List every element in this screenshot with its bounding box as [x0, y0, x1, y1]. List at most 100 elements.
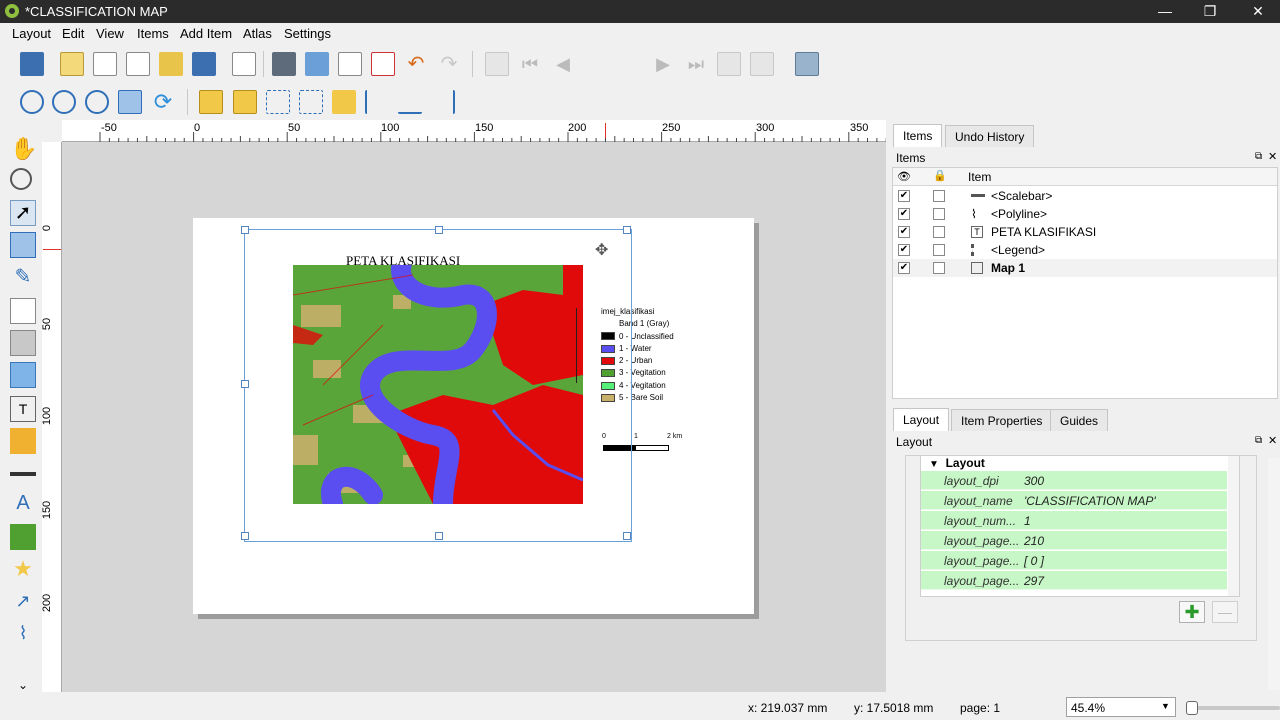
menu-view[interactable]: View [96, 26, 124, 41]
panel-scrollbar[interactable] [1268, 458, 1280, 690]
lock-checkbox[interactable] [933, 190, 945, 202]
raise-items-icon[interactable] [332, 90, 356, 114]
resize-handle[interactable] [241, 226, 249, 234]
atlas-settings-icon[interactable] [795, 52, 819, 76]
restore-button[interactable]: ❐ [1195, 2, 1225, 21]
open-folder-icon[interactable] [159, 52, 183, 76]
resize-handle[interactable] [241, 380, 249, 388]
menu-edit[interactable]: Edit [62, 26, 84, 41]
zoom-slider-handle[interactable] [1186, 701, 1198, 715]
duplicate-layout-icon[interactable] [93, 52, 117, 76]
layout-canvas[interactable]: PETA KLASIFIKASI imej_klasifikasi Band 1… [62, 142, 886, 692]
add-polyline-icon[interactable]: ⌇ [10, 620, 36, 646]
float-panel-icon[interactable]: ⧉ [1255, 435, 1262, 446]
lock-checkbox[interactable] [933, 226, 945, 238]
group-items-icon[interactable] [266, 90, 290, 114]
zoom-100-icon[interactable] [85, 90, 109, 114]
align-left-icon[interactable] [365, 90, 389, 114]
add-marker-icon[interactable]: ★ [10, 556, 36, 582]
variable-row[interactable]: layout_page... 210 [921, 531, 1227, 550]
variables-scrollbar[interactable] [1228, 456, 1239, 596]
redo-icon[interactable]: ↷ [437, 52, 461, 76]
print-atlas-icon[interactable] [717, 52, 741, 76]
tab-guides[interactable]: Guides [1050, 409, 1109, 431]
zoom-full-icon[interactable] [118, 90, 142, 114]
add-north-arrow-icon[interactable]: A [10, 490, 36, 516]
add-3d-map-icon[interactable] [10, 330, 36, 356]
minimize-button[interactable]: — [1150, 2, 1180, 21]
save-icon[interactable] [20, 52, 44, 76]
item-row[interactable]: ✔ <Scalebar> [893, 187, 1277, 205]
unlock-items-icon[interactable] [233, 90, 257, 114]
menu-layout[interactable]: Layout [12, 26, 51, 41]
menu-settings[interactable]: Settings [284, 26, 331, 41]
menu-add-item[interactable]: Add Item [180, 26, 232, 41]
tab-items[interactable]: Items [893, 124, 943, 147]
add-map-icon[interactable] [10, 298, 36, 324]
menu-atlas[interactable]: Atlas [243, 26, 272, 41]
add-label-icon[interactable]: T [10, 396, 36, 422]
lock-checkbox[interactable] [933, 244, 945, 256]
save-template-icon[interactable] [192, 52, 216, 76]
resize-icon[interactable] [431, 90, 455, 114]
move-content-icon[interactable] [10, 232, 36, 258]
menu-items[interactable]: Items [137, 26, 169, 41]
visibility-checkbox[interactable]: ✔ [898, 262, 910, 274]
tab-undo-history[interactable]: Undo History [945, 125, 1035, 147]
resize-handle[interactable] [623, 226, 631, 234]
resize-handle[interactable] [435, 532, 443, 540]
resize-handle[interactable] [435, 226, 443, 234]
close-panel-icon[interactable]: ✕ [1268, 150, 1277, 163]
export-atlas-icon[interactable] [750, 52, 774, 76]
lock-checkbox[interactable] [933, 208, 945, 220]
pan-icon[interactable]: ✋ [10, 136, 37, 162]
visibility-checkbox[interactable]: ✔ [898, 244, 910, 256]
variable-row[interactable]: layout_dpi 300 [921, 471, 1227, 490]
item-row[interactable]: ✔ ⌇ <Polyline> [893, 205, 1277, 223]
export-pdf-icon[interactable] [371, 52, 395, 76]
atlas-preview-icon[interactable] [485, 52, 509, 76]
distribute-icon[interactable] [398, 90, 422, 114]
add-scalebar-icon[interactable] [10, 460, 36, 476]
resize-handle[interactable] [623, 532, 631, 540]
export-image-icon[interactable] [305, 52, 329, 76]
close-panel-icon[interactable]: ✕ [1268, 434, 1277, 447]
zoom-out-icon[interactable] [52, 90, 76, 114]
zoom-in-icon[interactable] [20, 90, 44, 114]
add-arrow-icon[interactable]: ↗ [10, 588, 36, 614]
visibility-checkbox[interactable]: ✔ [898, 226, 910, 238]
lock-items-icon[interactable] [199, 90, 223, 114]
next-feature-icon[interactable]: ▶ [651, 52, 675, 76]
tab-layout[interactable]: Layout [893, 408, 950, 431]
item-row[interactable]: ✔ T PETA KLASIFIKASI [893, 223, 1277, 241]
selection-frame[interactable] [241, 226, 632, 542]
edit-nodes-icon[interactable]: ✎ [10, 264, 36, 290]
undo-icon[interactable]: ↶ [404, 52, 428, 76]
layout-manager-icon[interactable] [126, 52, 150, 76]
last-feature-icon[interactable]: ⏭ [684, 52, 708, 76]
ungroup-items-icon[interactable] [299, 90, 323, 114]
layout-page[interactable]: PETA KLASIFIKASI imej_klasifikasi Band 1… [193, 218, 754, 614]
print-icon[interactable] [272, 52, 296, 76]
item-row[interactable]: ✔ <Legend> [893, 241, 1277, 259]
new-layout-icon[interactable] [60, 52, 84, 76]
variable-row[interactable]: layout_num... 1 [921, 511, 1227, 530]
item-row-selected[interactable]: ✔ Map 1 [893, 259, 1277, 277]
tab-item-properties[interactable]: Item Properties [951, 409, 1053, 431]
zoom-tool-icon[interactable] [10, 168, 32, 190]
zoom-slider[interactable] [1186, 701, 1280, 715]
add-legend-icon[interactable] [10, 428, 36, 454]
visibility-checkbox[interactable]: ✔ [898, 208, 910, 220]
lock-checkbox[interactable] [933, 262, 945, 274]
variable-row[interactable]: layout_name 'CLASSIFICATION MAP' [921, 491, 1227, 510]
add-picture-icon[interactable] [10, 362, 36, 388]
float-panel-icon[interactable]: ⧉ [1255, 151, 1262, 162]
export-svg-icon[interactable] [338, 52, 362, 76]
visibility-checkbox[interactable]: ✔ [898, 190, 910, 202]
remove-variable-button[interactable]: — [1212, 601, 1238, 623]
select-move-icon[interactable]: ➚ [10, 200, 36, 226]
add-page-icon[interactable] [232, 52, 256, 76]
resize-handle[interactable] [241, 532, 249, 540]
first-feature-icon[interactable]: ⏮ [518, 52, 542, 76]
add-shape-icon[interactable] [10, 524, 36, 550]
